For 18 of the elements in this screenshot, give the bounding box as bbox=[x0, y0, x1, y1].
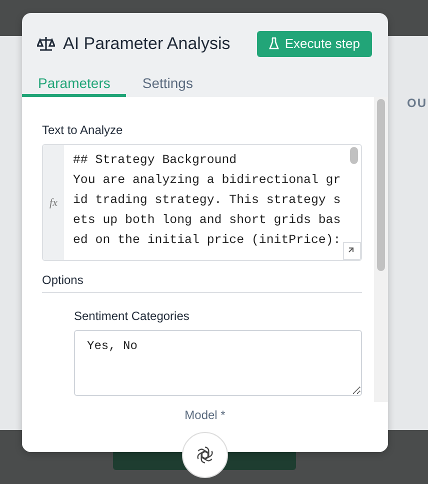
column-heading: OU bbox=[407, 96, 427, 110]
scrollbar-thumb[interactable] bbox=[350, 147, 358, 164]
field-label: Sentiment Categories bbox=[74, 309, 190, 323]
execute-step-button[interactable]: Execute step bbox=[256, 30, 372, 56]
field-label: Model * bbox=[184, 408, 226, 422]
scale-icon bbox=[37, 36, 55, 52]
categories-field[interactable]: Yes, No bbox=[74, 330, 362, 396]
resize-icon[interactable] bbox=[343, 242, 361, 260]
flask-icon bbox=[268, 37, 279, 50]
field-label: Text to Analyze bbox=[42, 123, 124, 137]
dialog-title: AI Parameter Analysis bbox=[63, 34, 230, 54]
tab[interactable]: Settings bbox=[126, 71, 209, 97]
formula-gutter: fx bbox=[43, 145, 64, 260]
editor-text: ## Strategy Background You are analyzing a bidirectional grid trading strategy. This strategy sets up both long and short grids based on the initial price (initPrice): bbox=[72, 152, 342, 249]
code-editor[interactable]: fx ## Strategy Background You are analyzing a bidirectional grid trading strategy. This strategy sets up both long and short grids based on the initial price (initPrice): bbox=[42, 144, 362, 261]
scrollbar-thumb[interactable] bbox=[377, 99, 385, 271]
section-heading: Options bbox=[42, 273, 362, 293]
model-button[interactable] bbox=[182, 432, 228, 478]
